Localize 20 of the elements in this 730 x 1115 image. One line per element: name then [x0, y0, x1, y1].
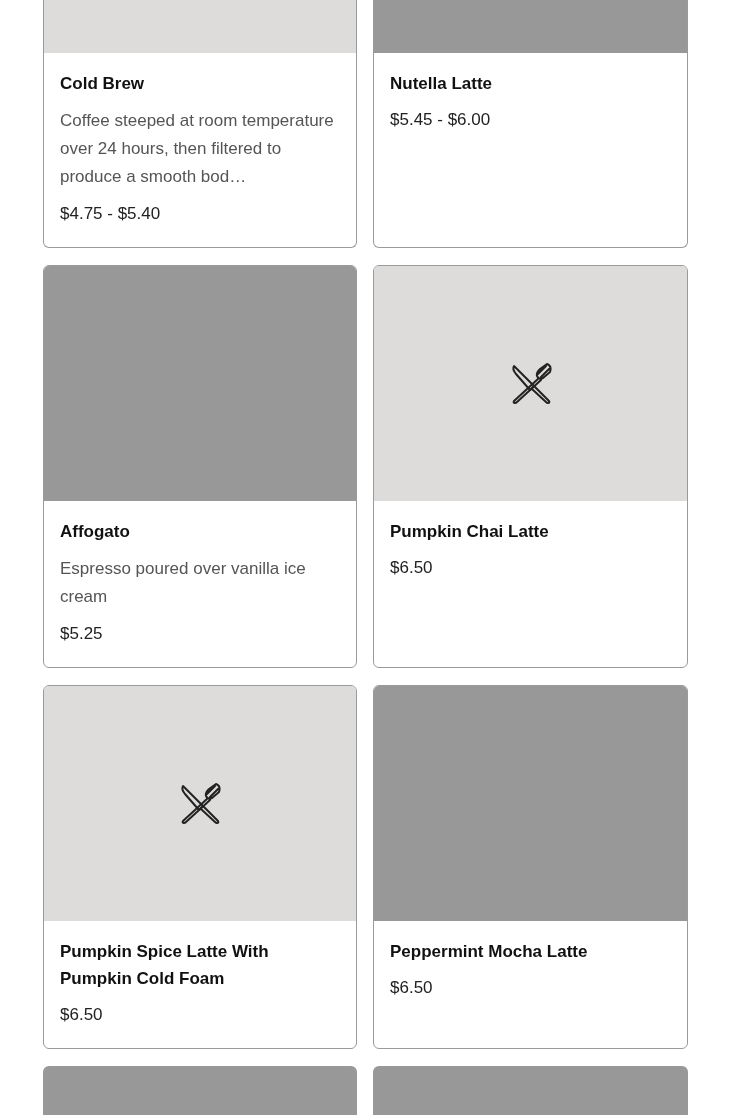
item-price: $4.75 - $5.40: [60, 203, 162, 225]
menu-item-card[interactable]: Affogato Espresso poured over vanilla ice cream $5.25: [43, 265, 357, 668]
item-price: $5.45 - $6.00: [390, 109, 492, 131]
menu-item-card[interactable]: Peppermint Mocha Latte $6.50: [373, 685, 688, 1049]
item-name: Pumpkin Spice Latte With Pumpkin Cold Foam: [60, 941, 270, 990]
menu-item-card[interactable]: Nutella Latte $5.45 - $6.00: [373, 0, 688, 248]
item-name: Cold Brew: [60, 73, 146, 95]
item-name: Affogato: [60, 521, 131, 543]
item-description: Espresso poured over vanilla ice cream: [60, 558, 307, 608]
item-name: Nutella Latte: [390, 73, 494, 95]
menu-item-card[interactable]: Pumpkin Chai Latte $6.50: [373, 265, 688, 668]
item-price: $6.50: [390, 557, 434, 579]
item-name: Peppermint Mocha Latte: [390, 941, 589, 963]
menu-item-card[interactable]: Cold Brew Coffee steeped at room temperature over 24 hours, then filtered to produce a smooth bod… $4.75 - $5.40: [43, 0, 357, 248]
item-price: $6.50: [60, 1004, 104, 1026]
item-name: Pumpkin Chai Latte: [390, 521, 550, 543]
item-description: Coffee steeped at room temperature over 24 hours, then filtered to produce a smooth bod…: [60, 110, 335, 188]
item-price: $5.25: [60, 623, 104, 645]
menu-item-card[interactable]: Pumpkin Spice Latte With Pumpkin Cold Foam $6.50: [43, 685, 357, 1049]
item-price: $6.50: [390, 977, 434, 999]
